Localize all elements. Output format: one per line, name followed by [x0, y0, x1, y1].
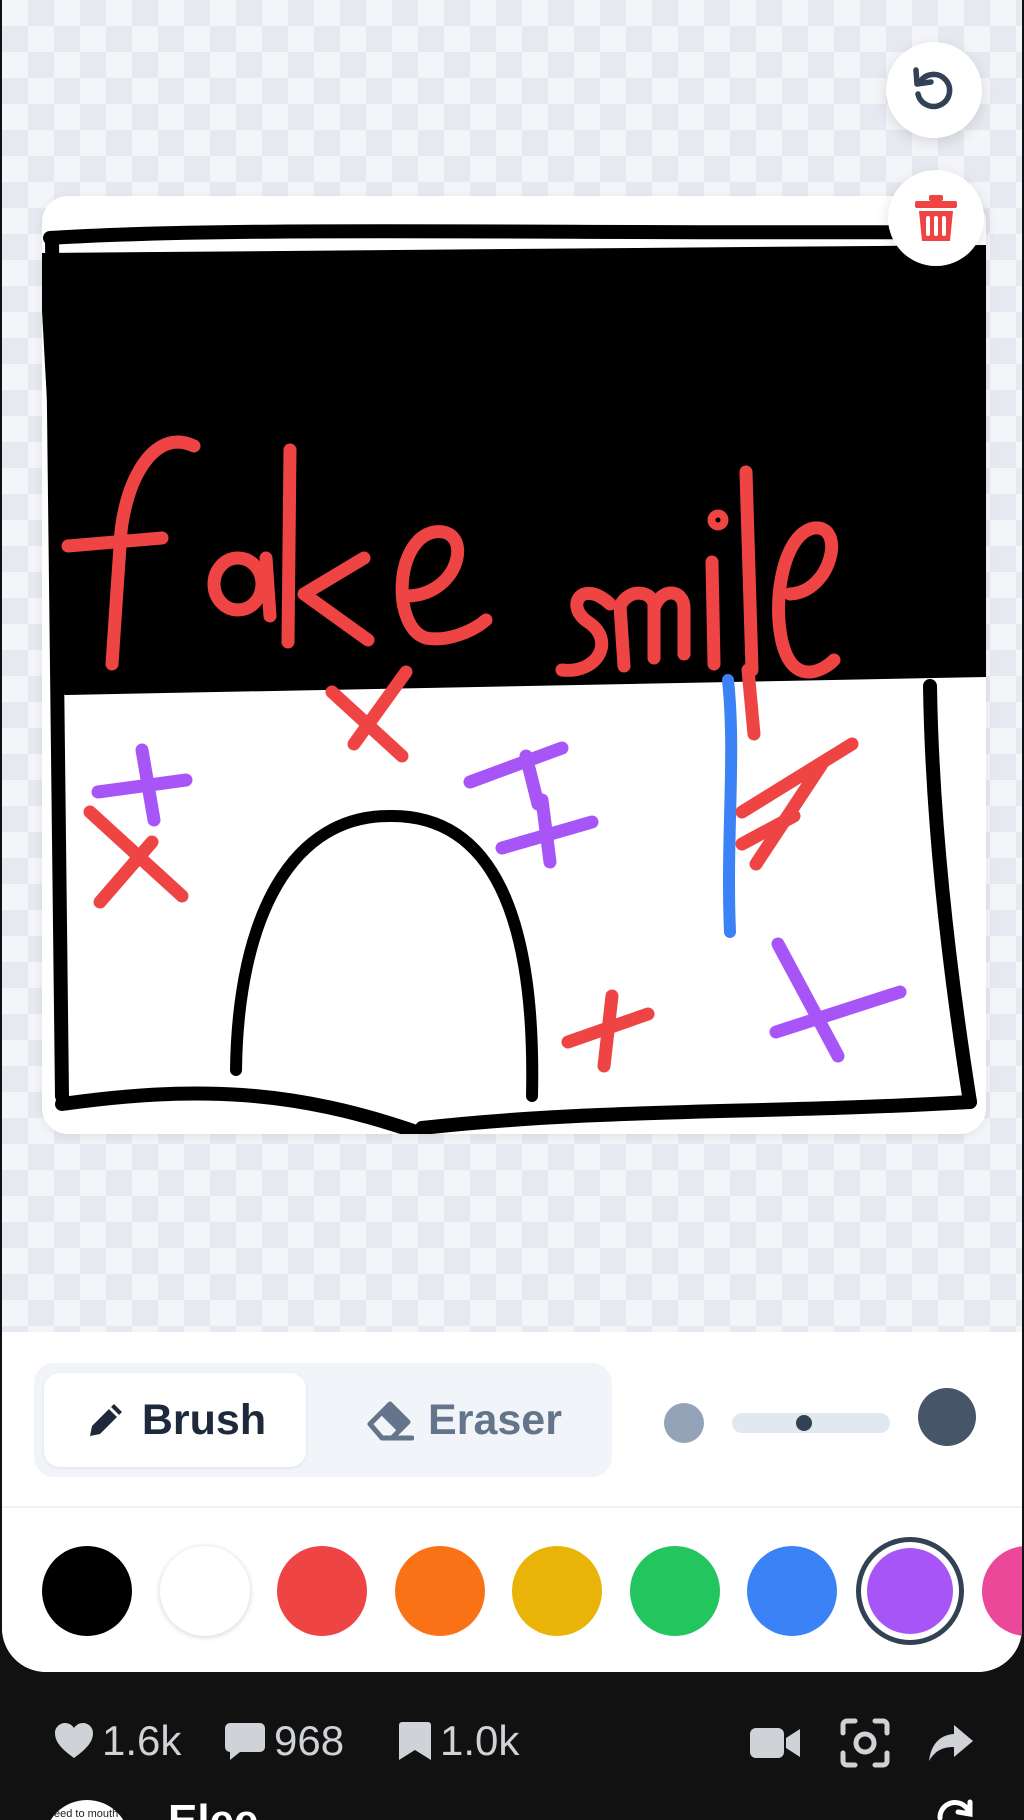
- saves-count: 1.0k: [440, 1717, 520, 1764]
- red-crosses: [83, 665, 859, 1073]
- comment-button[interactable]: 968: [224, 1714, 344, 1768]
- black-band-stroke: [42, 245, 986, 695]
- avatar[interactable]: eed to mouth: [44, 1800, 130, 1820]
- blue-stroke: [722, 674, 738, 938]
- brush-tool-button[interactable]: Brush: [44, 1373, 306, 1467]
- app: Brush Eraser 1.6k 968 1.0k eed to mouth: [0, 0, 1024, 1820]
- color-swatch[interactable]: [629, 1546, 720, 1636]
- save-button[interactable]: 1.0k: [398, 1714, 519, 1768]
- eraser-tool-button[interactable]: Eraser: [334, 1373, 594, 1467]
- bookmark-icon: [399, 1722, 431, 1760]
- clear-canvas-button[interactable]: [888, 170, 984, 266]
- frame-stroke: [923, 679, 977, 1109]
- comment-icon: [225, 1723, 265, 1760]
- frame-stroke: [45, 233, 69, 1103]
- trash-icon: [915, 195, 957, 241]
- comments-count: 968: [274, 1717, 345, 1764]
- screenshot-icon: [840, 1718, 890, 1768]
- frame-stroke: [43, 224, 949, 245]
- color-palette: [2, 1510, 1022, 1672]
- undo-icon: [913, 67, 953, 110]
- brush-size-max-indicator: [918, 1388, 976, 1446]
- color-swatch[interactable]: [394, 1546, 485, 1636]
- color-swatch[interactable]: [982, 1546, 1022, 1636]
- video-camera-icon: [750, 1728, 800, 1758]
- like-button[interactable]: 1.6k: [54, 1714, 181, 1768]
- arch-stroke: [230, 809, 539, 1102]
- username[interactable]: Elee: [168, 1796, 259, 1820]
- frame-stroke: [415, 1095, 977, 1134]
- drawing-canvas[interactable]: [42, 196, 986, 1134]
- brush-size-thumb[interactable]: [796, 1415, 812, 1431]
- video-button[interactable]: [748, 1716, 802, 1770]
- eraser-label: Eraser: [428, 1395, 562, 1444]
- toolbar: Brush Eraser: [2, 1332, 1022, 1508]
- color-swatch[interactable]: [747, 1546, 837, 1636]
- avatar-text: eed to mouth: [54, 1808, 119, 1820]
- share-arrow-icon: [929, 1725, 973, 1761]
- canvas-area: [2, 0, 1022, 1332]
- pencil-icon: [89, 1404, 122, 1436]
- brush-size-min-indicator: [664, 1403, 704, 1443]
- share-button[interactable]: [924, 1716, 978, 1770]
- color-swatch[interactable]: [866, 1548, 953, 1634]
- color-swatch[interactable]: [42, 1546, 132, 1636]
- drawing-panel: Brush Eraser: [2, 0, 1022, 1672]
- likes-count: 1.6k: [102, 1717, 182, 1764]
- color-swatch[interactable]: [159, 1546, 250, 1636]
- tool-toggle: Brush Eraser: [34, 1363, 612, 1477]
- post-action-bar: 1.6k 968 1.0k eed to mouth: [0, 1672, 1024, 1820]
- color-swatch[interactable]: [512, 1546, 602, 1636]
- color-swatch[interactable]: [277, 1546, 367, 1636]
- brush-label: Brush: [141, 1395, 267, 1444]
- brush-size-slider[interactable]: [732, 1413, 890, 1433]
- screenshot-button[interactable]: [838, 1716, 892, 1770]
- eraser-icon: [367, 1401, 415, 1441]
- repost-icon[interactable]: [930, 1798, 980, 1820]
- frame-stroke: [55, 1086, 429, 1134]
- heart-icon: [55, 1723, 93, 1758]
- undo-button[interactable]: [886, 42, 982, 138]
- drawing-svg: [42, 224, 986, 1134]
